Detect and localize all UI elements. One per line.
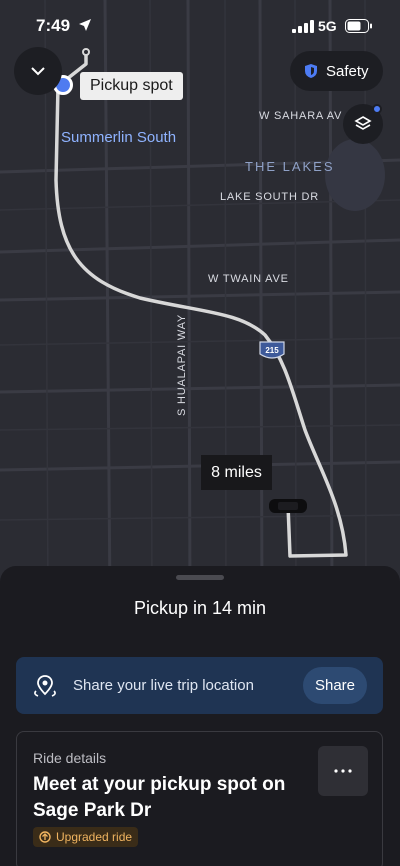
meeting-instructions: Meet at your pickup spot on Sage Park Dr: [33, 774, 286, 821]
trip-sheet: Pickup in 14 min Share your live trip lo…: [0, 566, 400, 866]
pickup-eta: Pickup in 14 min: [133, 598, 267, 618]
status-bar: 7:49 5G: [0, 0, 400, 48]
highway-shield-text: 215: [265, 346, 279, 355]
battery-icon: [345, 19, 372, 33]
car-icon: [269, 499, 307, 513]
live-location-icon: [34, 675, 56, 697]
street-label-hualapai: S HUALAPAI WAY: [176, 313, 188, 416]
street-label-sahara: W SAHARA AV: [259, 110, 343, 122]
network-type: 5G: [318, 18, 337, 34]
street-label-lake-south: LAKE SOUTH DR: [220, 191, 320, 203]
signal-icon: [292, 20, 314, 33]
upgrade-icon: [39, 831, 51, 843]
more-options-button[interactable]: [318, 746, 368, 796]
location-arrow-icon: [79, 19, 91, 31]
share-button[interactable]: Share: [303, 667, 367, 704]
layers-notification-dot: [372, 104, 382, 114]
safety-label: Safety: [326, 62, 369, 80]
destination-marker: [82, 48, 90, 56]
ride-details-label: Ride details: [33, 750, 107, 766]
layers-icon: [354, 116, 372, 130]
safety-button[interactable]: Safety: [290, 51, 383, 91]
ride-details-card[interactable]: Ride details Meet at your pickup spot on…: [16, 731, 383, 866]
share-location-text: Share your live trip location: [73, 677, 254, 694]
upgraded-ride-badge: Upgraded ride: [33, 827, 139, 847]
area-label: Summerlin South: [61, 129, 177, 146]
street-label-twain: W TWAIN AVE: [208, 273, 289, 285]
lakes-label: THE LAKES: [245, 159, 335, 174]
clock: 7:49: [36, 16, 71, 35]
chevron-down-icon: [31, 67, 45, 76]
collapse-button[interactable]: [14, 47, 62, 95]
more-icon: [334, 769, 352, 773]
sheet-drag-handle[interactable]: [176, 575, 224, 580]
shield-icon: [305, 64, 317, 78]
distance-label: 8 miles: [201, 455, 272, 490]
upgraded-ride-label: Upgraded ride: [56, 830, 133, 844]
pickup-spot-label[interactable]: Pickup spot: [80, 72, 183, 100]
share-trip-card[interactable]: Share your live trip location Share: [16, 657, 383, 714]
